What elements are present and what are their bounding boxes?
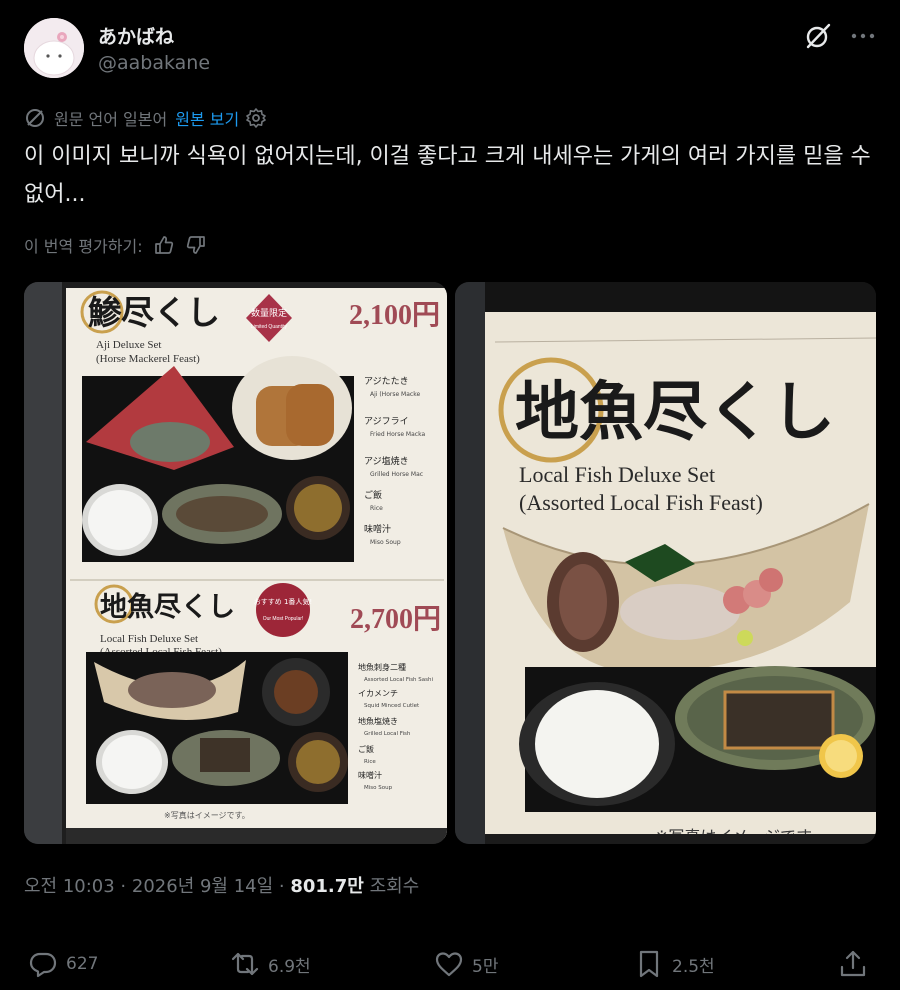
set2-item-3-jp: 地魚塩焼き [358,716,398,726]
set2-item-5-en: Miso Soup [364,785,393,791]
set1-item-2-jp: アジフライ [364,416,409,427]
set2-item-1-en: Assorted Local Fish Sashi [364,677,434,683]
set1-badge: 数量限定 [251,307,287,319]
set2-item-1-jp: 地魚刺身二種 [358,662,406,672]
source-language: 원문 언어 일본어 [54,110,168,129]
set1-item-5-jp: 味噌汁 [364,523,391,535]
set2-en: Local Fish Deluxe Set [100,633,198,645]
bookmark-count: 2.5천 [672,956,715,977]
right-en-sub: (Assorted Local Fish Feast) [519,490,763,515]
views-label: 조회수 [363,876,420,897]
set1-price: 2,100円 [349,300,440,331]
set2-badge-en: Our Most Popular! [263,616,304,622]
set1-en-sub: (Horse Mackerel Feast) [96,353,200,365]
set2-item-3-en: Grilled Local Fish [364,731,411,737]
like-count: 5만 [472,956,499,977]
media-grid: 鯵尽くし Aji Deluxe Set (Horse Mackerel Feas… [24,282,876,844]
right-en: Local Fish Deluxe Set [519,462,715,487]
menu-photo-left[interactable]: 鯵尽くし Aji Deluxe Set (Horse Mackerel Feas… [24,282,447,844]
tweet-meta: 오전 10:03 · 2026년 9월 14일 · 801.7만 조회수 [24,872,419,898]
set1-badge-en: Limited Quantity [251,324,288,330]
set1-item-3-en: Grilled Horse Mac [370,471,423,478]
display-name[interactable]: あかばね [98,22,174,49]
left-note: ※写真はイメージです。 [164,810,250,820]
rate-translation: 이 번역 평가하기: [24,232,207,258]
set2-item-4-en: Rice [364,759,376,765]
set1-item-3-jp: アジ塩焼き [364,455,409,467]
set1-item-1-jp: アジたたき [364,376,409,387]
set1-item-4-en: Rice [370,505,383,512]
settings-icon[interactable] [245,107,267,129]
thumbs-down-icon[interactable] [185,234,207,256]
set2-price: 2,700円 [350,604,441,635]
bookmark-button[interactable]: 2.5천 [634,944,715,984]
reply-button[interactable]: 627 [28,944,98,984]
bookmark-icon [639,950,659,978]
more-icon[interactable] [850,22,876,50]
reply-icon [29,952,57,978]
repost-icon [231,952,259,976]
action-bar: 627 6.9천 5만 2.5천 [24,944,876,984]
set2-item-2-en: Squid Minced Cutlet [364,703,420,709]
set1-item-1-en: Aji (Horse Macke [370,391,420,398]
set1-en: Aji Deluxe Set [96,339,161,351]
set2-item-2-jp: イカメンチ [358,689,398,698]
handle[interactable]: @aabakane [98,52,210,74]
like-icon [435,952,463,977]
rate-label: 이 번역 평가하기: [24,237,143,256]
thumbs-up-icon[interactable] [153,234,175,256]
set2-title: 地魚尽くし [100,591,235,623]
right-title: 地魚尽くし [515,375,835,450]
timestamp[interactable]: 오전 10:03 · 2026년 9월 14일 · [24,876,290,897]
tweet-header: あかばね @aabakane [24,16,876,80]
show-original-link[interactable]: 원본 보기 [175,106,239,130]
tweet-text: 이 이미지 보니까 식욕이 없어지는데, 이걸 좋다고 크게 내세우는 가게의 … [24,144,871,207]
set2-item-4-jp: ご飯 [358,744,374,754]
set1-title: 鯵尽くし [88,293,220,332]
grok-icon[interactable] [804,22,832,50]
like-button[interactable]: 5만 [434,944,498,984]
share-icon [840,950,866,977]
set1-item-2-en: Fried Horse Macka [370,431,425,438]
set1-item-5-en: Miso Soup [370,539,401,546]
repost-button[interactable]: 6.9천 [230,944,311,984]
repost-count: 6.9천 [268,956,311,977]
set2-badge: おすすめ 1番人気! [254,597,313,606]
set2-item-5-jp: 味噌汁 [358,770,382,780]
reply-count: 627 [66,954,99,974]
set1-item-4-jp: ご飯 [364,489,382,501]
translation-info: 원문 언어 일본어 원본 보기 [24,106,267,130]
avatar[interactable] [24,18,84,78]
translate-icon [26,109,44,127]
views-count: 801.7만 [290,876,364,897]
share-button[interactable] [838,944,868,984]
menu-photo-right[interactable]: 地魚尽くし Local Fish Deluxe Set (Assorted Lo… [455,282,876,844]
